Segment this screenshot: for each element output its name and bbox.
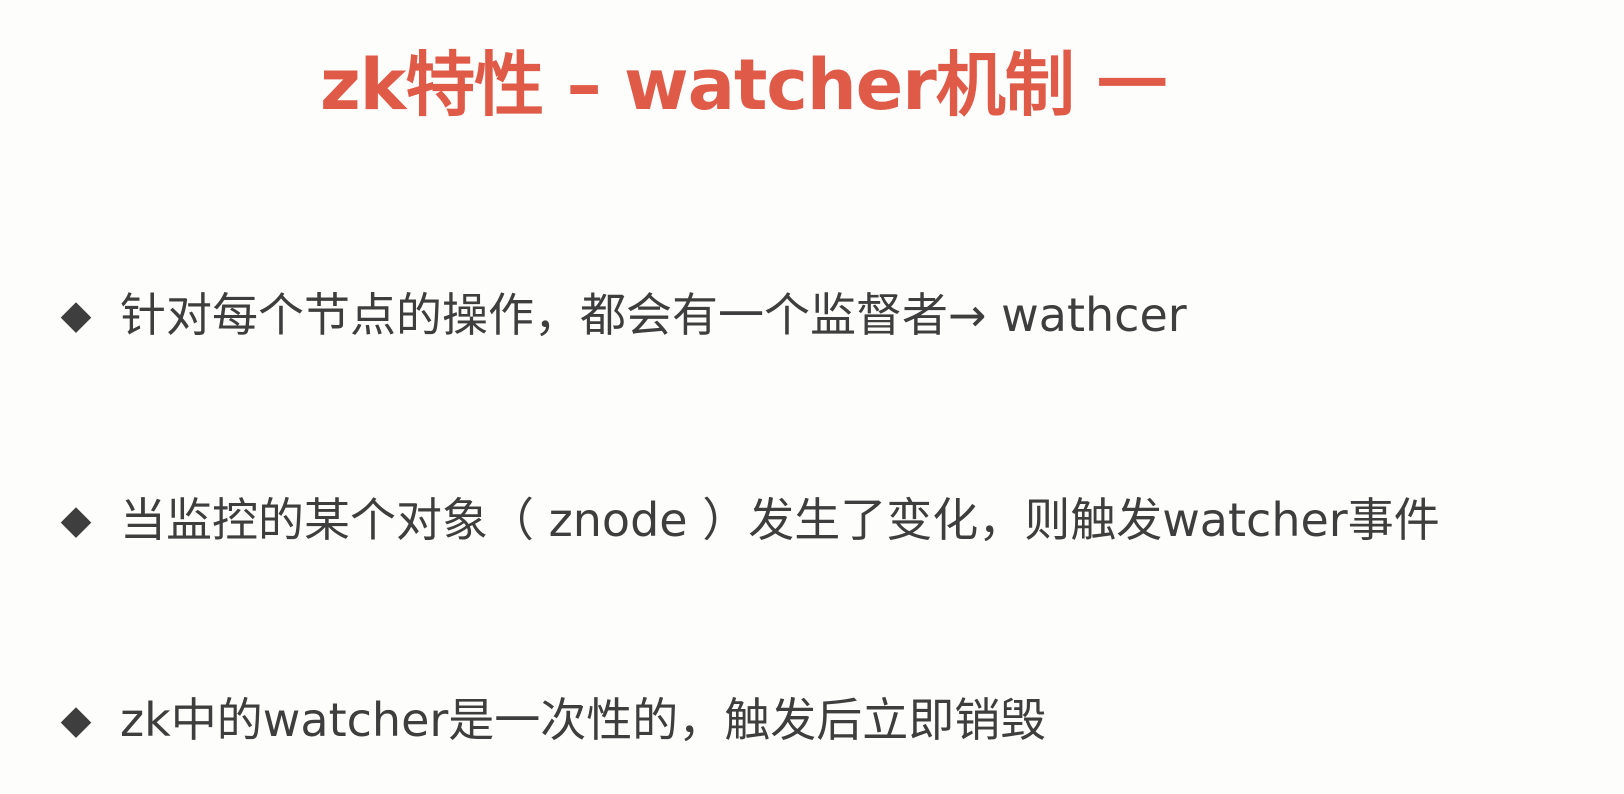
diamond-bullet-icon: ◆: [60, 292, 92, 338]
bullet-list: ◆ 针对每个节点的操作，都会有一个监督者→ wathcer ◆ 当监控的某个对象…: [0, 0, 1624, 794]
bullet-text: 针对每个节点的操作，都会有一个监督者→ wathcer: [120, 288, 1187, 342]
slide: zk特性 – watcher机制 一 ◆ 针对每个节点的操作，都会有一个监督者→…: [0, 0, 1624, 794]
bullet-item: ◆ 当监控的某个对象（ znode ）发生了变化，则触发watcher事件: [56, 485, 1440, 555]
bullet-text: zk中的watcher是一次性的，触发后立即销毁: [120, 693, 1047, 747]
bullet-text: 当监控的某个对象（ znode ）发生了变化，则触发watcher事件: [120, 493, 1440, 547]
diamond-bullet-icon: ◆: [60, 697, 92, 743]
bullet-item: ◆ zk中的watcher是一次性的，触发后立即销毁: [56, 685, 1047, 755]
diamond-bullet-icon: ◆: [60, 497, 92, 543]
bullet-item: ◆ 针对每个节点的操作，都会有一个监督者→ wathcer: [56, 280, 1187, 350]
